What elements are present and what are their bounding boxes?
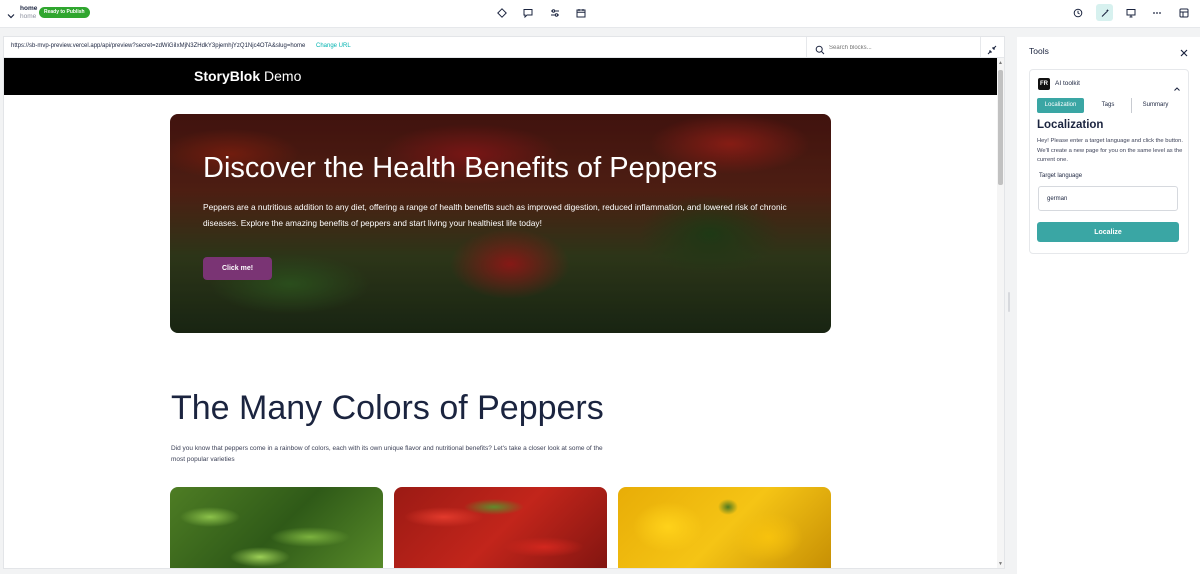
yellow-peppers-image: [618, 487, 831, 568]
page-title: home: [20, 5, 38, 12]
top-bar: home home Ready to Publish: [0, 0, 1200, 28]
ai-toolkit-card: FR AI toolkit Localization Tags Summary …: [1029, 69, 1189, 254]
chevron-down-icon[interactable]: [6, 8, 16, 19]
section-text: Did you know that peppers come in a rain…: [171, 445, 603, 463]
hero-cta-button[interactable]: Click me!: [203, 257, 272, 280]
green-peppers-image: [170, 487, 383, 568]
more-icon[interactable]: [1150, 6, 1164, 20]
diamond-icon[interactable]: [495, 6, 509, 20]
scroll-thumb[interactable]: [998, 70, 1003, 185]
section-title: The Many Colors of Peppers: [171, 389, 604, 427]
scroll-down-arrow-icon[interactable]: ▼: [998, 561, 1003, 567]
history-icon[interactable]: [1071, 6, 1085, 20]
page-slug: home: [20, 13, 37, 20]
scroll-up-arrow-icon[interactable]: ▲: [998, 60, 1003, 66]
preview-viewport: StoryBlok Demo Discover the Health Benef…: [4, 58, 997, 568]
close-icon[interactable]: [1179, 45, 1189, 57]
monitor-icon[interactable]: [1124, 6, 1138, 20]
status-badge: Ready to Publish: [39, 7, 90, 18]
tab-summary[interactable]: Summary: [1134, 98, 1177, 113]
ai-toolkit-logo: FR: [1038, 78, 1050, 90]
preview-url: https://sb-mvp-preview.vercel.app/api/pr…: [11, 43, 306, 49]
target-language-label: Target language: [1039, 173, 1083, 179]
tab-divider: [1131, 98, 1132, 113]
wand-icon[interactable]: [1096, 4, 1113, 21]
hero-banner: Discover the Health Benefits of Peppers …: [170, 114, 831, 333]
red-peppers-image: [394, 487, 607, 568]
tab-tags[interactable]: Tags: [1092, 98, 1124, 113]
tab-localization[interactable]: Localization: [1037, 98, 1084, 113]
comment-icon[interactable]: [521, 6, 535, 20]
target-language-input[interactable]: [1038, 186, 1178, 211]
layout-icon[interactable]: [1177, 6, 1191, 20]
localization-description: Hey! Please enter a target language and …: [1037, 138, 1183, 163]
localize-button[interactable]: Localize: [1037, 222, 1179, 242]
tools-title: Tools: [1029, 46, 1049, 56]
search-icon: [815, 42, 825, 55]
preview-scrollbar[interactable]: ▲ ▼: [997, 58, 1004, 568]
tools-panel: Tools FR AI toolkit Localization Tags Su…: [1017, 37, 1200, 574]
hero-text: Peppers are a nutritious addition to any…: [203, 202, 787, 228]
site-brand[interactable]: StoryBlok Demo: [194, 68, 301, 84]
hero-title: Discover the Health Benefits of Peppers: [203, 152, 718, 184]
change-url-link[interactable]: Change URL: [316, 43, 351, 49]
calendar-icon[interactable]: [574, 6, 588, 20]
site-header: StoryBlok Demo: [4, 58, 997, 95]
search-blocks[interactable]: [806, 37, 981, 58]
localization-heading: Localization: [1037, 119, 1104, 131]
preview-frame: https://sb-mvp-preview.vercel.app/api/pr…: [4, 37, 1004, 568]
search-input[interactable]: [829, 42, 969, 53]
resize-handle[interactable]: [1008, 292, 1010, 312]
collapse-icon[interactable]: [987, 42, 997, 55]
ai-toolkit-title[interactable]: AI toolkit: [1055, 80, 1080, 87]
sliders-icon[interactable]: [548, 6, 562, 20]
chevron-up-icon[interactable]: [1173, 80, 1181, 91]
url-bar: https://sb-mvp-preview.vercel.app/api/pr…: [4, 37, 1004, 58]
